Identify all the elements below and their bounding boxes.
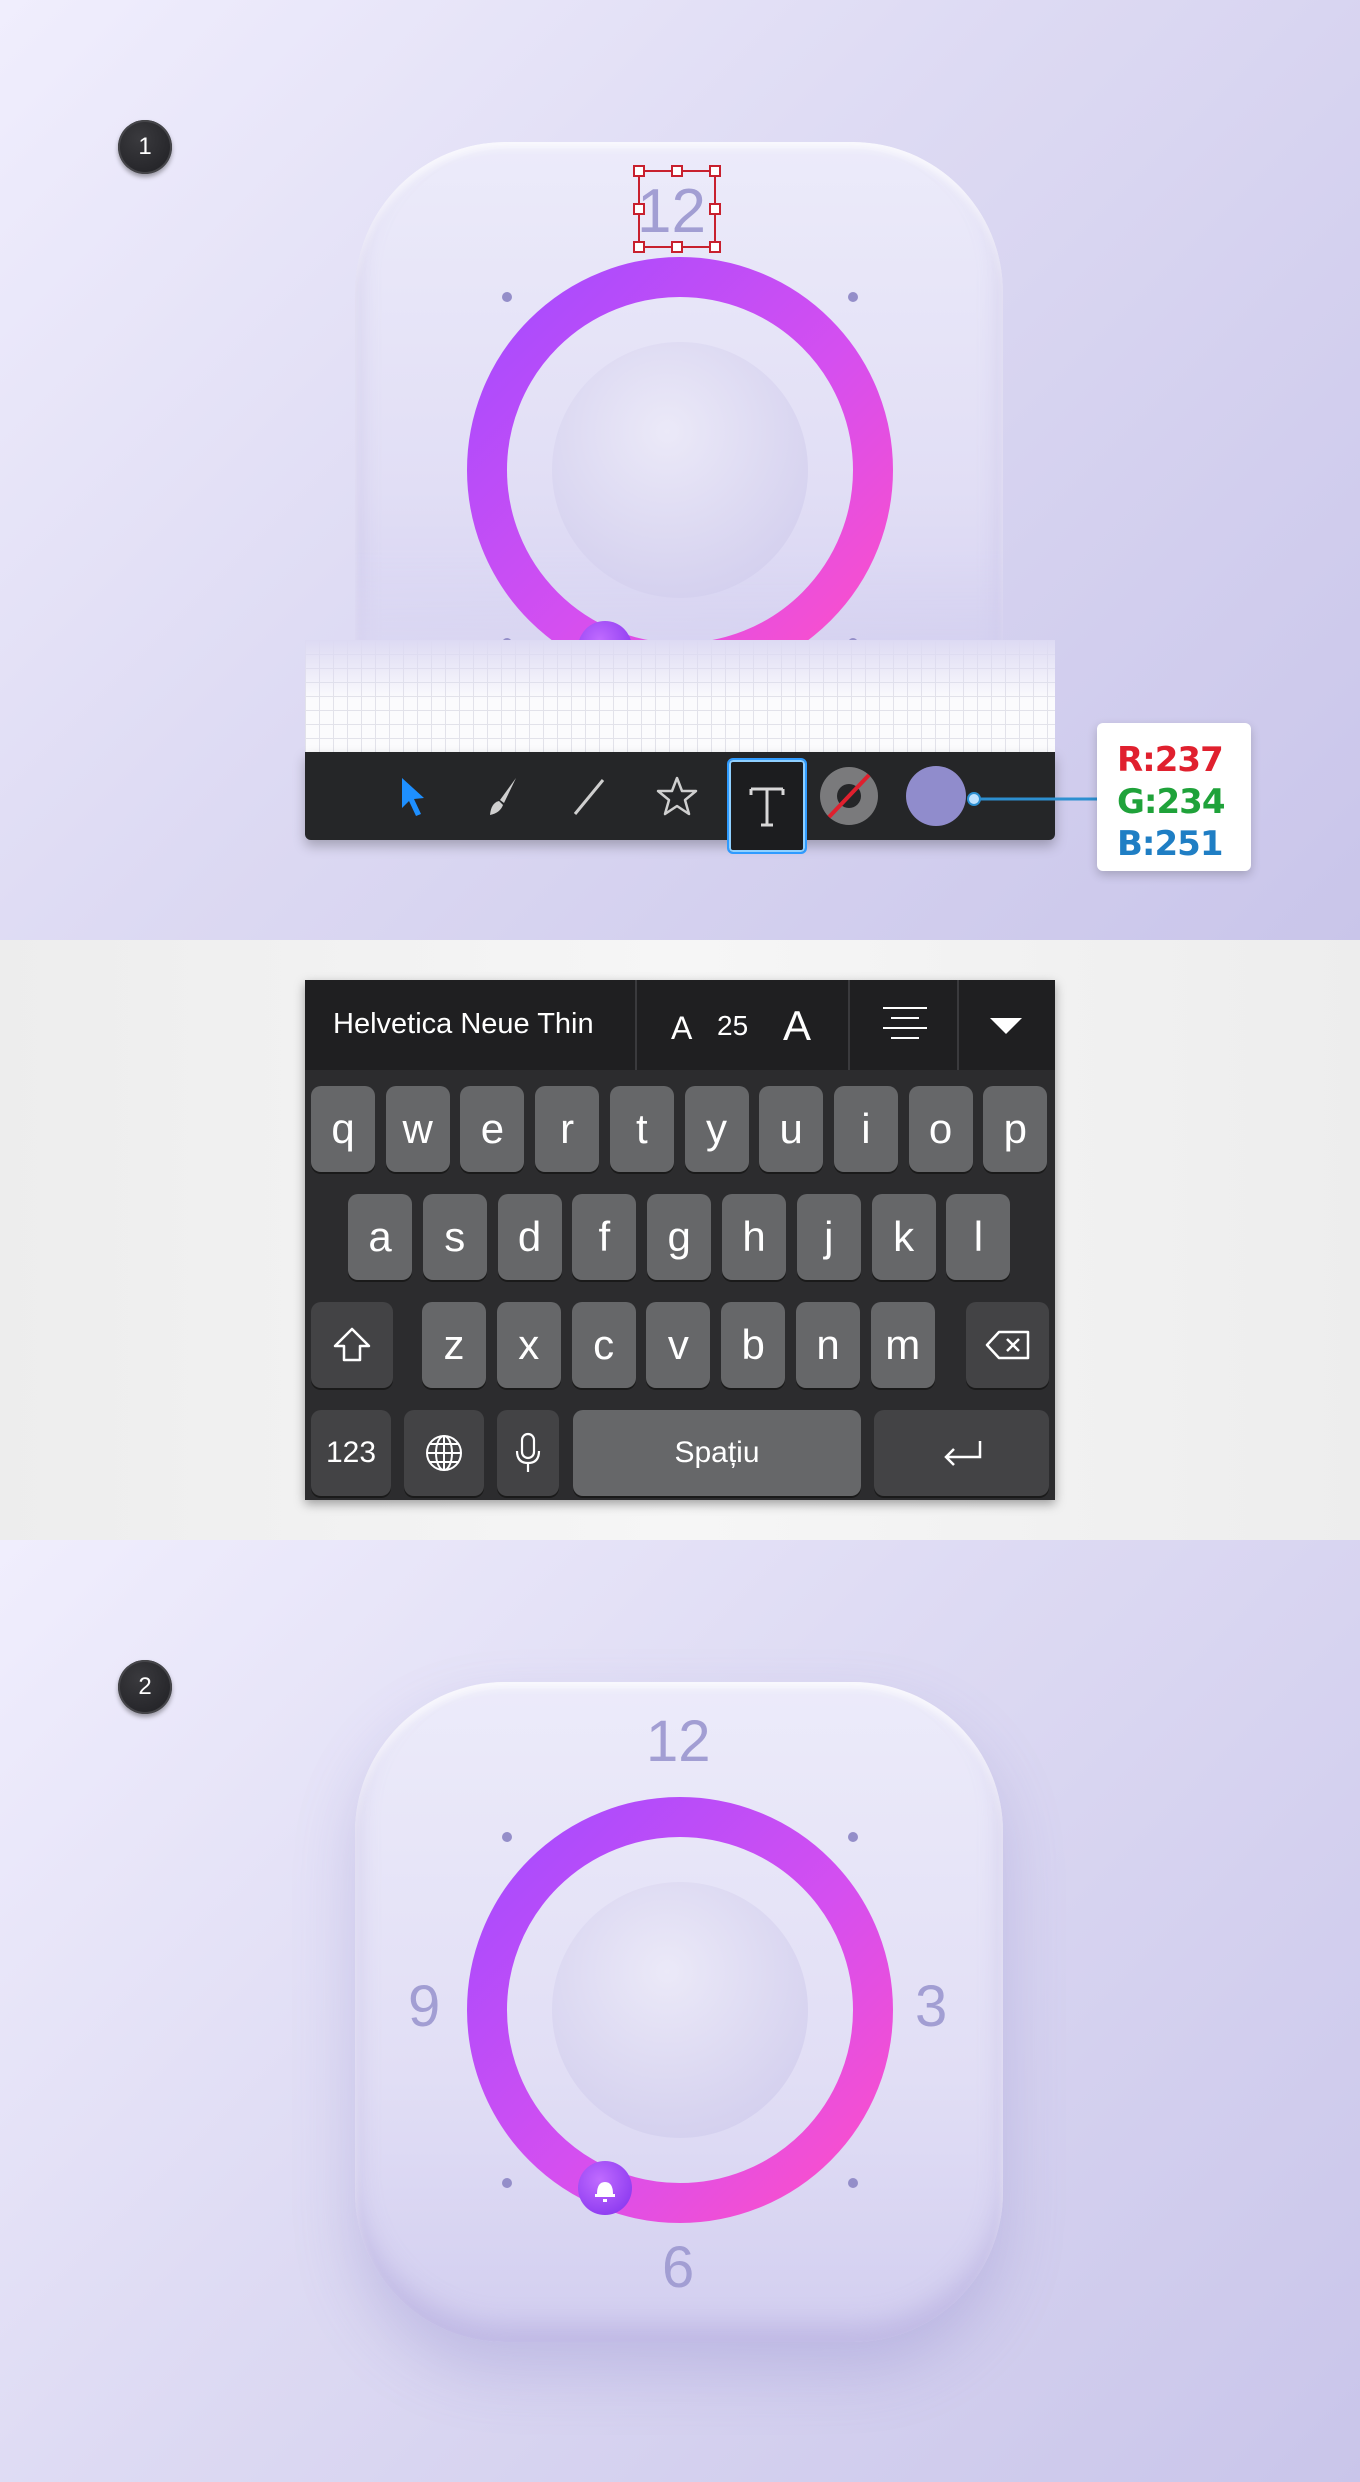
clock-number-3: 3 [915, 1974, 948, 2039]
shift-key[interactable] [311, 1302, 393, 1388]
key-x[interactable]: x [496, 1302, 561, 1388]
star-tool[interactable] [643, 762, 711, 830]
key-j[interactable]: j [796, 1194, 861, 1280]
shift-icon [333, 1327, 371, 1362]
key-s[interactable]: s [422, 1194, 487, 1280]
microphone-icon [515, 1432, 541, 1472]
key-o[interactable]: o [908, 1086, 973, 1172]
keyboard-format-bar: Helvetica Neue Thin A 25 A [305, 980, 1055, 1070]
chevron-down-icon [990, 1018, 1022, 1034]
stroke-color-tool[interactable] [815, 762, 883, 830]
clock-number-6: 6 [662, 2235, 695, 2300]
key-g[interactable]: g [647, 1194, 712, 1280]
red-value: R:237 [1117, 740, 1224, 780]
key-i[interactable]: i [833, 1086, 898, 1172]
green-value: G:234 [1117, 782, 1225, 822]
clock-number-9: 9 [408, 1974, 441, 2039]
decrease-font-size-button[interactable]: A [671, 1010, 692, 1047]
key-e[interactable]: e [460, 1086, 525, 1172]
key-u[interactable]: u [759, 1086, 824, 1172]
numbers-key[interactable]: 123 [311, 1410, 391, 1496]
backspace-key[interactable] [966, 1302, 1049, 1388]
key-n[interactable]: n [796, 1302, 860, 1388]
globe-key[interactable] [404, 1410, 484, 1496]
key-l[interactable]: l [946, 1194, 1011, 1280]
select-tool[interactable] [380, 762, 448, 830]
key-t[interactable]: t [609, 1086, 674, 1172]
blue-value: B:251 [1117, 824, 1223, 864]
font-size-value: 25 [717, 1010, 749, 1041]
key-q[interactable]: q [311, 1086, 375, 1172]
key-h[interactable]: h [722, 1194, 786, 1280]
tools-toolbar [305, 752, 1055, 854]
alarm-knob [578, 2161, 632, 2215]
globe-icon [426, 1435, 462, 1471]
key-m[interactable]: m [870, 1302, 935, 1388]
font-name-selector[interactable]: Helvetica Neue Thin [333, 1008, 594, 1041]
key-r[interactable]: r [535, 1086, 600, 1172]
key-b[interactable]: b [721, 1302, 786, 1388]
arrow-cursor-icon [402, 778, 424, 816]
inner-dial [552, 342, 808, 598]
fill-color-tool[interactable] [902, 762, 970, 830]
key-a[interactable]: a [348, 1194, 412, 1280]
brush-tool[interactable] [468, 762, 536, 830]
key-c[interactable]: c [571, 1302, 636, 1388]
align-center-button[interactable] [879, 1004, 931, 1049]
key-p[interactable]: p [983, 1086, 1048, 1172]
text-tool-icon [749, 787, 785, 827]
space-key[interactable]: Spațiu [573, 1410, 861, 1496]
rgb-readout: R:237 G:234 B:251 [1097, 723, 1251, 871]
key-k[interactable]: k [871, 1194, 936, 1280]
clock-face-final [467, 1797, 893, 2223]
key-f[interactable]: f [572, 1194, 637, 1280]
return-icon [943, 1441, 981, 1466]
color-callout-line [967, 792, 1101, 806]
brush-icon [490, 778, 516, 815]
grid-fade [305, 640, 1055, 700]
line-icon [573, 779, 605, 815]
clock-number-12: 12 [646, 1709, 711, 1774]
key-y[interactable]: y [684, 1086, 749, 1172]
microphone-key[interactable] [497, 1410, 559, 1496]
line-tool[interactable] [555, 762, 623, 830]
inner-dial [552, 1882, 808, 2138]
return-key[interactable] [874, 1410, 1049, 1496]
star-icon [656, 776, 698, 816]
key-d[interactable]: d [497, 1194, 562, 1280]
step-1-panel: 1 12 R:237 G:234 B:251 [0, 0, 1360, 940]
key-z[interactable]: z [422, 1302, 486, 1388]
fill-swatch [906, 766, 966, 826]
increase-font-size-button[interactable]: A [783, 1002, 811, 1050]
stroke-swatch-icon [820, 767, 878, 825]
step-2-panel: 2 12 3 6 9 [0, 1540, 1360, 2482]
align-center-icon [883, 1007, 927, 1039]
key-w[interactable]: w [385, 1086, 450, 1172]
backspace-icon [985, 1330, 1029, 1360]
text-tool[interactable] [727, 758, 807, 854]
key-v[interactable]: v [646, 1302, 711, 1388]
text-keyboard: Helvetica Neue Thin A 25 A qwertyuiop as… [305, 980, 1055, 1500]
collapse-keyboard-button[interactable] [988, 1016, 1024, 1041]
text-selection-box[interactable] [630, 162, 730, 254]
